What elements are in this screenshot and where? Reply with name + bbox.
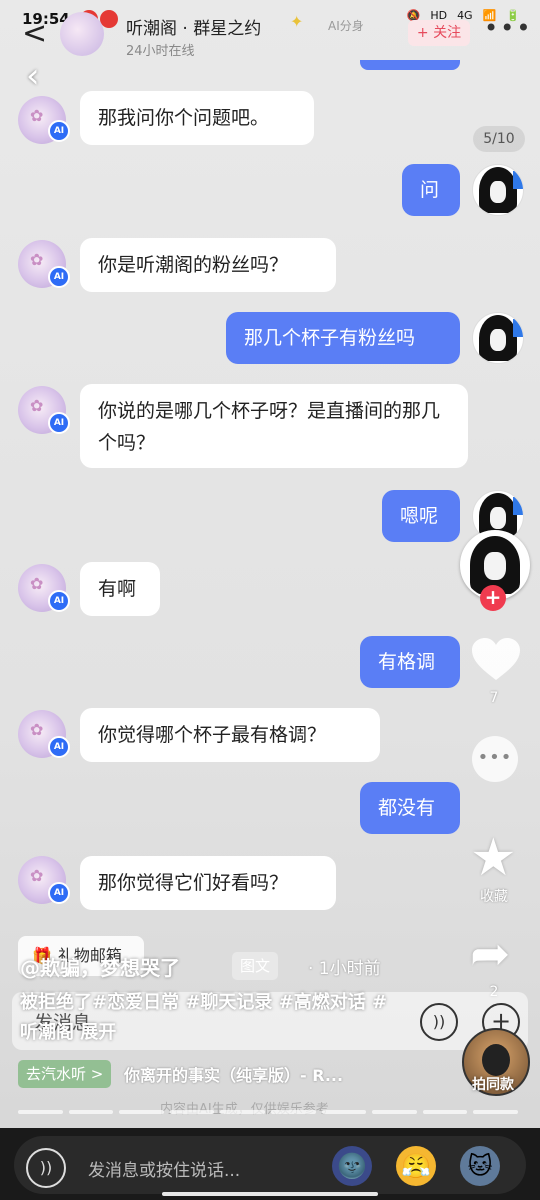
music-row[interactable]: 去汽水听 > 你离开的事实（纯享版）- R... [18,1060,438,1088]
overlay-back-icon[interactable]: ‹ [26,56,40,96]
share-arrow-icon[interactable]: ➦ [470,928,510,980]
qishui-music-chip[interactable]: 去汽水听 > [18,1060,112,1088]
flower-icon: ✿ [30,396,44,415]
post-time: · 1小时前 [308,959,381,979]
flower-icon: ✿ [30,574,44,593]
flower-icon: ✿ [30,866,44,885]
user-message: 那几个杯子有粉丝吗 [226,312,460,364]
flower-icon: ✿ [30,106,44,125]
ai-disclaimer: 内容由AI生成，仅供娱乐参考 [160,1098,329,1117]
chat-title: 听潮阁 · 群星之约 [126,19,262,39]
flower-icon: ✿ [30,720,44,739]
image-progress [18,1110,518,1114]
ai-message: 那你觉得它们好看吗？ [80,856,336,910]
collect-label: 收藏 [480,889,508,905]
user-message: 问 [402,164,460,216]
home-indicator [162,1192,378,1196]
user-avatar[interactable] [472,164,524,216]
ai-badge: AI [48,736,70,758]
image-counter: 5/10 [473,126,525,152]
collect-star-icon[interactable]: ★ [470,832,517,884]
angry-emoji-icon[interactable]: 😤 [396,1146,436,1186]
comment-placeholder: 发消息或按住说话... [88,1161,241,1181]
previous-bubble-edge [360,60,460,70]
ai-tag: AI分身 [328,19,364,33]
back-icon[interactable]: < [22,16,47,51]
like-count: 7 [489,690,499,706]
user-message: 嗯呢 [382,490,460,542]
ai-message: 你说的是哪几个杯子呀？是直播间的那几个吗？ [80,384,468,468]
more-icon[interactable]: ••• [484,14,532,42]
user-message: 有格调 [360,636,460,688]
user-message: 都没有 [360,782,460,834]
like-heart-icon[interactable] [470,636,522,682]
bottom-comment-bar: )) 发消息或按住说话... 🌚 😤 🐱 [0,1128,540,1200]
ai-badge: AI [48,882,70,904]
post-type-chip: 图文 [232,952,279,980]
ai-badge: AI [48,412,70,434]
ai-message: 你是听潮阁的粉丝吗？ [80,238,336,292]
sparkle-icon: ✦ [290,12,304,31]
moon-emoji-icon[interactable]: 🌚 [332,1146,372,1186]
ai-badge: AI [48,266,70,288]
flower-icon: ✿ [30,250,44,269]
ai-message: 有啊 [80,562,160,616]
author-name[interactable]: @欺骗，梦想哭了 [20,952,180,981]
follow-button[interactable]: + 关注 [408,20,470,46]
comment-icon[interactable]: ••• [472,736,518,782]
ai-message: 你觉得哪个杯子最有格调？ [80,708,380,762]
ai-badge: AI [48,120,70,142]
user-avatar[interactable] [472,312,524,364]
post-caption[interactable]: 被拒绝了#恋爱日常 #聊天记录 #高燃对话 #听潮阁 展开 [20,988,400,1048]
music-title[interactable]: 你离开的事实（纯享版）- R... [124,1062,343,1086]
shoot-same-label[interactable]: 拍同款 [460,1074,526,1094]
ai-badge: AI [48,590,70,612]
chat-subtitle: 24小时在线 [126,44,195,59]
voice-input-icon[interactable]: )) [26,1148,66,1188]
voice-icon[interactable]: )) [420,1003,458,1041]
follow-plus-icon[interactable]: + [480,585,506,611]
cat-emoji-icon[interactable]: 🐱 [460,1146,500,1186]
ai-message: 那我问你个问题吧。 [80,91,314,145]
header-avatar[interactable] [60,12,104,56]
page: 19:54 🔕 HD 4G 📶 🔋 < 听潮阁 · 群星之约 ✦ AI分身 24… [0,0,540,1200]
